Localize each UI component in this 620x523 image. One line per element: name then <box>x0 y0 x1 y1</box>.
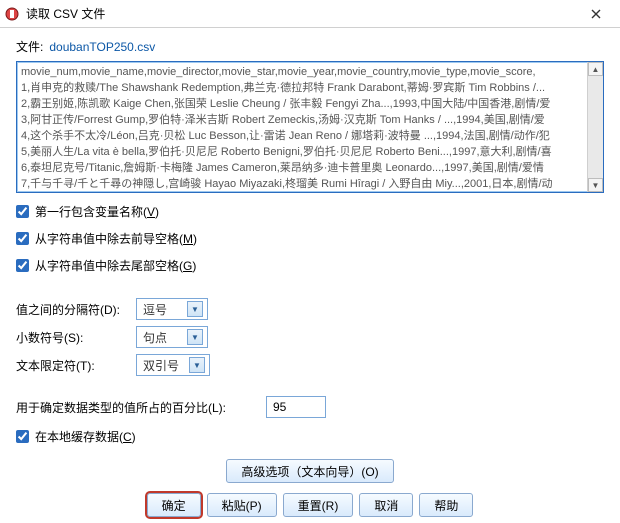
chevron-down-icon: ▼ <box>187 301 203 317</box>
ok-button[interactable]: 确定 <box>147 493 201 517</box>
advanced-options-button[interactable]: 高级选项（文本向导）(O) <box>226 459 393 483</box>
textqualifier-row: 文本限定符(T): 双引号 ▼ <box>16 354 604 376</box>
delimiter-label: 值之间的分隔符(D): <box>16 301 136 318</box>
reset-button[interactable]: 重置(R) <box>283 493 354 517</box>
scroll-up-button[interactable]: ▲ <box>588 62 603 76</box>
check-label: 在本地缓存数据(C) <box>35 428 136 445</box>
preview-line: 5,美丽人生/La vita è bella,罗伯托·贝尼尼 Roberto B… <box>21 144 585 160</box>
textqualifier-label: 文本限定符(T): <box>16 357 136 374</box>
cancel-button[interactable]: 取消 <box>359 493 413 517</box>
file-name: doubanTOP250.csv <box>49 40 155 54</box>
content-area: 文件: doubanTOP250.csv movie_num,movie_nam… <box>0 28 620 523</box>
decimal-label: 小数符号(S): <box>16 329 136 346</box>
app-icon <box>4 6 20 22</box>
trim-trailing-checkbox[interactable] <box>16 259 29 272</box>
close-button[interactable] <box>576 0 616 28</box>
check-label: 第一行包含变量名称(V) <box>35 203 159 220</box>
delimiter-select[interactable]: 逗号 ▼ <box>136 298 208 320</box>
cache-local-checkbox[interactable] <box>16 430 29 443</box>
trim-leading-check[interactable]: 从字符串值中除去前导空格(M) <box>16 230 604 247</box>
chevron-down-icon: ▼ <box>189 357 205 373</box>
file-label: 文件: <box>16 38 43 55</box>
button-bar: 确定 粘贴(P) 重置(R) 取消 帮助 <box>16 493 604 517</box>
preview-line: 1,肖申克的救赎/The Shawshank Redemption,弗兰克·德拉… <box>21 80 585 96</box>
preview-scrollbar[interactable]: ▲ ▼ <box>587 62 603 192</box>
delimiter-value: 逗号 <box>143 301 185 318</box>
first-row-varnames-checkbox[interactable] <box>16 205 29 218</box>
preview-line: 2,霸王别姬,陈凯歌 Kaige Chen,张国荣 Leslie Cheung … <box>21 96 585 112</box>
preview-line: 4,这个杀手不太冷/Léon,吕克·贝松 Luc Besson,让·雷诺 Jea… <box>21 128 585 144</box>
paste-button[interactable]: 粘贴(P) <box>207 493 277 517</box>
decimal-row: 小数符号(S): 句点 ▼ <box>16 326 604 348</box>
scroll-down-button[interactable]: ▼ <box>588 178 603 192</box>
check-label: 从字符串值中除去尾部空格(G) <box>35 257 196 274</box>
check-label: 从字符串值中除去前导空格(M) <box>35 230 197 247</box>
chevron-down-icon: ▼ <box>187 329 203 345</box>
file-row: 文件: doubanTOP250.csv <box>16 38 604 55</box>
preview-line: movie_num,movie_name,movie_director,movi… <box>21 64 585 80</box>
trim-trailing-check[interactable]: 从字符串值中除去尾部空格(G) <box>16 257 604 274</box>
preview-line: 3,阿甘正传/Forrest Gump,罗伯特·泽米吉斯 Robert Zeme… <box>21 112 585 128</box>
percent-input[interactable] <box>266 396 326 418</box>
percent-row: 用于确定数据类型的值所占的百分比(L): <box>16 396 604 418</box>
delimiter-row: 值之间的分隔符(D): 逗号 ▼ <box>16 298 604 320</box>
preview-line: 7,千与千寻/千と千尋の神隠し,宫崎骏 Hayao Miyazaki,柊瑠美 R… <box>21 176 585 192</box>
preview-pane: movie_num,movie_name,movie_director,movi… <box>16 61 604 193</box>
help-button[interactable]: 帮助 <box>419 493 473 517</box>
percent-label: 用于确定数据类型的值所占的百分比(L): <box>16 399 266 416</box>
window-title: 读取 CSV 文件 <box>26 5 576 22</box>
preview-line: 6,泰坦尼克号/Titanic,詹姆斯·卡梅隆 James Cameron,莱昂… <box>21 160 585 176</box>
csv-preview[interactable]: movie_num,movie_name,movie_director,movi… <box>16 61 604 193</box>
trim-leading-checkbox[interactable] <box>16 232 29 245</box>
textqualifier-value: 双引号 <box>143 357 187 374</box>
decimal-value: 句点 <box>143 329 185 346</box>
first-row-varnames-check[interactable]: 第一行包含变量名称(V) <box>16 203 604 220</box>
preview-line: 8,辛德勒的名单/Schindler's List,史蒂文·斯皮尔伯格 Stev… <box>21 192 585 193</box>
cache-local-check[interactable]: 在本地缓存数据(C) <box>16 428 604 445</box>
titlebar: 读取 CSV 文件 <box>0 0 620 28</box>
decimal-select[interactable]: 句点 ▼ <box>136 326 208 348</box>
textqualifier-select[interactable]: 双引号 ▼ <box>136 354 210 376</box>
close-icon <box>591 9 601 19</box>
